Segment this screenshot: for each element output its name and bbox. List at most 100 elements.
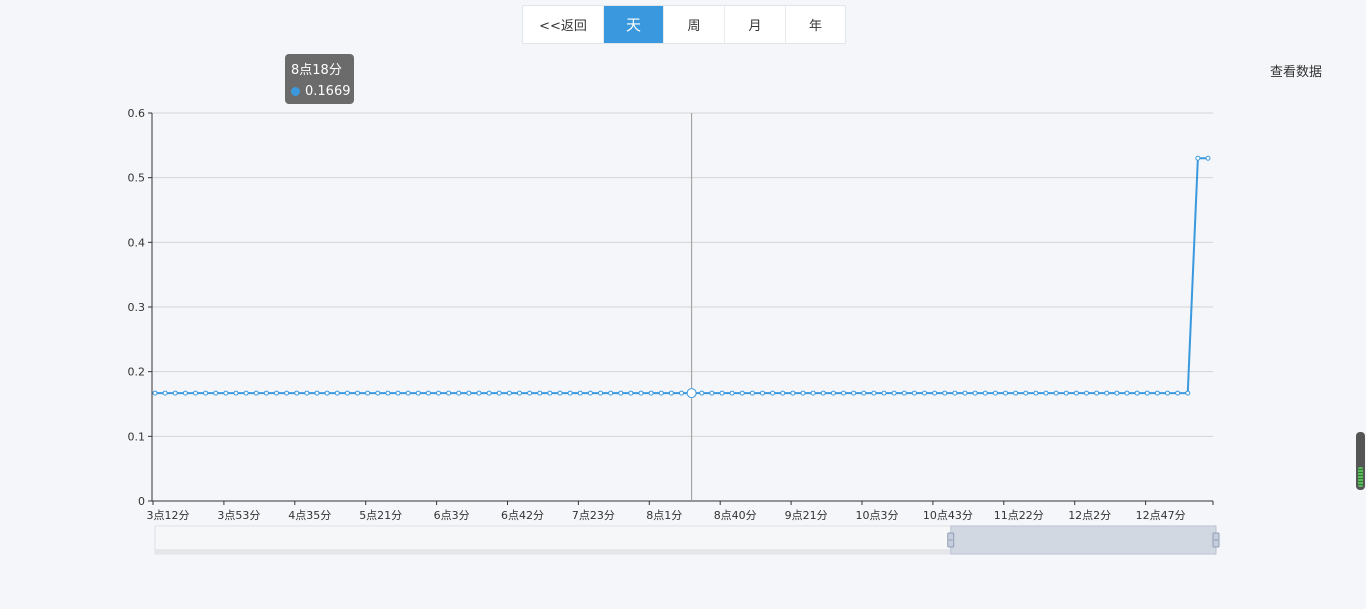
data-point [982, 390, 988, 396]
data-point [1073, 390, 1079, 396]
x-tick-label: 10点3分 [856, 509, 899, 522]
page-scrollbar[interactable] [1356, 432, 1365, 490]
data-point [962, 390, 968, 396]
data-point [1114, 390, 1120, 396]
data-point [172, 390, 178, 396]
data-point [1104, 390, 1110, 396]
data-point [405, 390, 411, 396]
data-point [841, 390, 846, 396]
data-point [517, 390, 522, 396]
data-point [608, 390, 614, 396]
data-point [739, 390, 745, 396]
data-point [274, 390, 279, 396]
data-point [213, 390, 219, 396]
data-point [355, 390, 360, 396]
x-tick-label: 8点40分 [714, 509, 757, 522]
data-point [466, 390, 472, 396]
data-point [648, 390, 654, 396]
data-point [446, 390, 452, 396]
data-point [547, 390, 553, 396]
x-tick-label: 12点2分 [1068, 509, 1111, 522]
data-point [729, 390, 735, 396]
line-chart: 0 0.1 0.2 0.3 0.4 0.5 0.6 3点12分 3点53分 4点35分 5点21分 6… [128, 107, 1220, 555]
y-tick-label: 0.5 [128, 172, 146, 185]
data-point [294, 390, 300, 396]
highlighted-point [686, 388, 697, 399]
data-point [1195, 155, 1201, 161]
data-point [415, 390, 421, 396]
data-point [820, 390, 826, 396]
x-tick-label: 5点21分 [359, 509, 402, 522]
data-point [749, 390, 755, 396]
x-tick-label: 6点3分 [434, 509, 470, 522]
data-point [1053, 390, 1059, 396]
x-tick-label: 6点42分 [501, 509, 544, 522]
data-point [1185, 390, 1191, 396]
data-point [253, 390, 259, 396]
y-tick-label: 0.2 [128, 366, 146, 379]
data-point [1154, 390, 1160, 396]
data-point [800, 390, 806, 396]
data-point [456, 390, 462, 396]
data-point [476, 390, 482, 396]
data-point [1094, 390, 1100, 396]
data-point [1124, 390, 1130, 396]
x-tick-label: 12点47分 [1136, 509, 1186, 522]
tooltip-time: 8点18分 [291, 63, 342, 78]
data-point [891, 390, 897, 396]
data-point [243, 390, 249, 396]
data-point [668, 390, 674, 396]
data-point [527, 390, 533, 396]
x-tick-label: 10点43分 [923, 509, 973, 522]
data-point [628, 390, 634, 396]
y-tick-label: 0.1 [128, 430, 146, 443]
data-point [486, 390, 492, 396]
x-tick-label: 8点1分 [646, 509, 682, 522]
data-point [901, 390, 907, 396]
data-point [760, 390, 765, 396]
data-point [1144, 390, 1150, 396]
data-point [699, 390, 705, 396]
datazoom-window [950, 525, 1217, 555]
series-dot-icon [291, 87, 300, 96]
data-point [790, 390, 796, 396]
data-point [598, 390, 603, 396]
data-point [881, 390, 887, 396]
data-point [1165, 390, 1170, 396]
data-point [344, 390, 350, 396]
data-point [972, 390, 978, 396]
series-line [155, 157, 1208, 395]
data-point [324, 390, 330, 396]
data-point [952, 390, 958, 396]
y-tick-label: 0.6 [128, 107, 146, 120]
x-tick-label: 7点23分 [572, 509, 615, 522]
data-point [1013, 390, 1019, 396]
data-point [263, 390, 269, 396]
data-point [780, 390, 786, 396]
data-point [719, 390, 725, 396]
data-point [233, 390, 239, 396]
chart-tooltip: 8点18分 0.1669 [285, 54, 354, 104]
data-point [365, 390, 371, 396]
data-point [152, 390, 158, 396]
data-point [942, 390, 948, 396]
y-tick-label: 0.4 [128, 236, 146, 249]
data-point [770, 390, 776, 396]
data-point [577, 390, 583, 396]
data-point [1084, 390, 1089, 396]
data-point [709, 390, 715, 396]
x-tick-label: 3点53分 [217, 509, 260, 522]
data-point [679, 390, 684, 396]
data-point [911, 390, 917, 396]
data-point [830, 390, 836, 396]
x-tick-label: 9点21分 [785, 509, 828, 522]
data-point [567, 390, 573, 396]
data-point [618, 390, 624, 396]
data-point [1063, 390, 1069, 396]
data-point [182, 390, 188, 396]
data-point [223, 390, 229, 396]
data-point [284, 390, 290, 396]
x-tick-label: 11点22分 [994, 509, 1044, 522]
data-point [1043, 390, 1049, 396]
y-tick-label: 0.3 [128, 301, 146, 314]
